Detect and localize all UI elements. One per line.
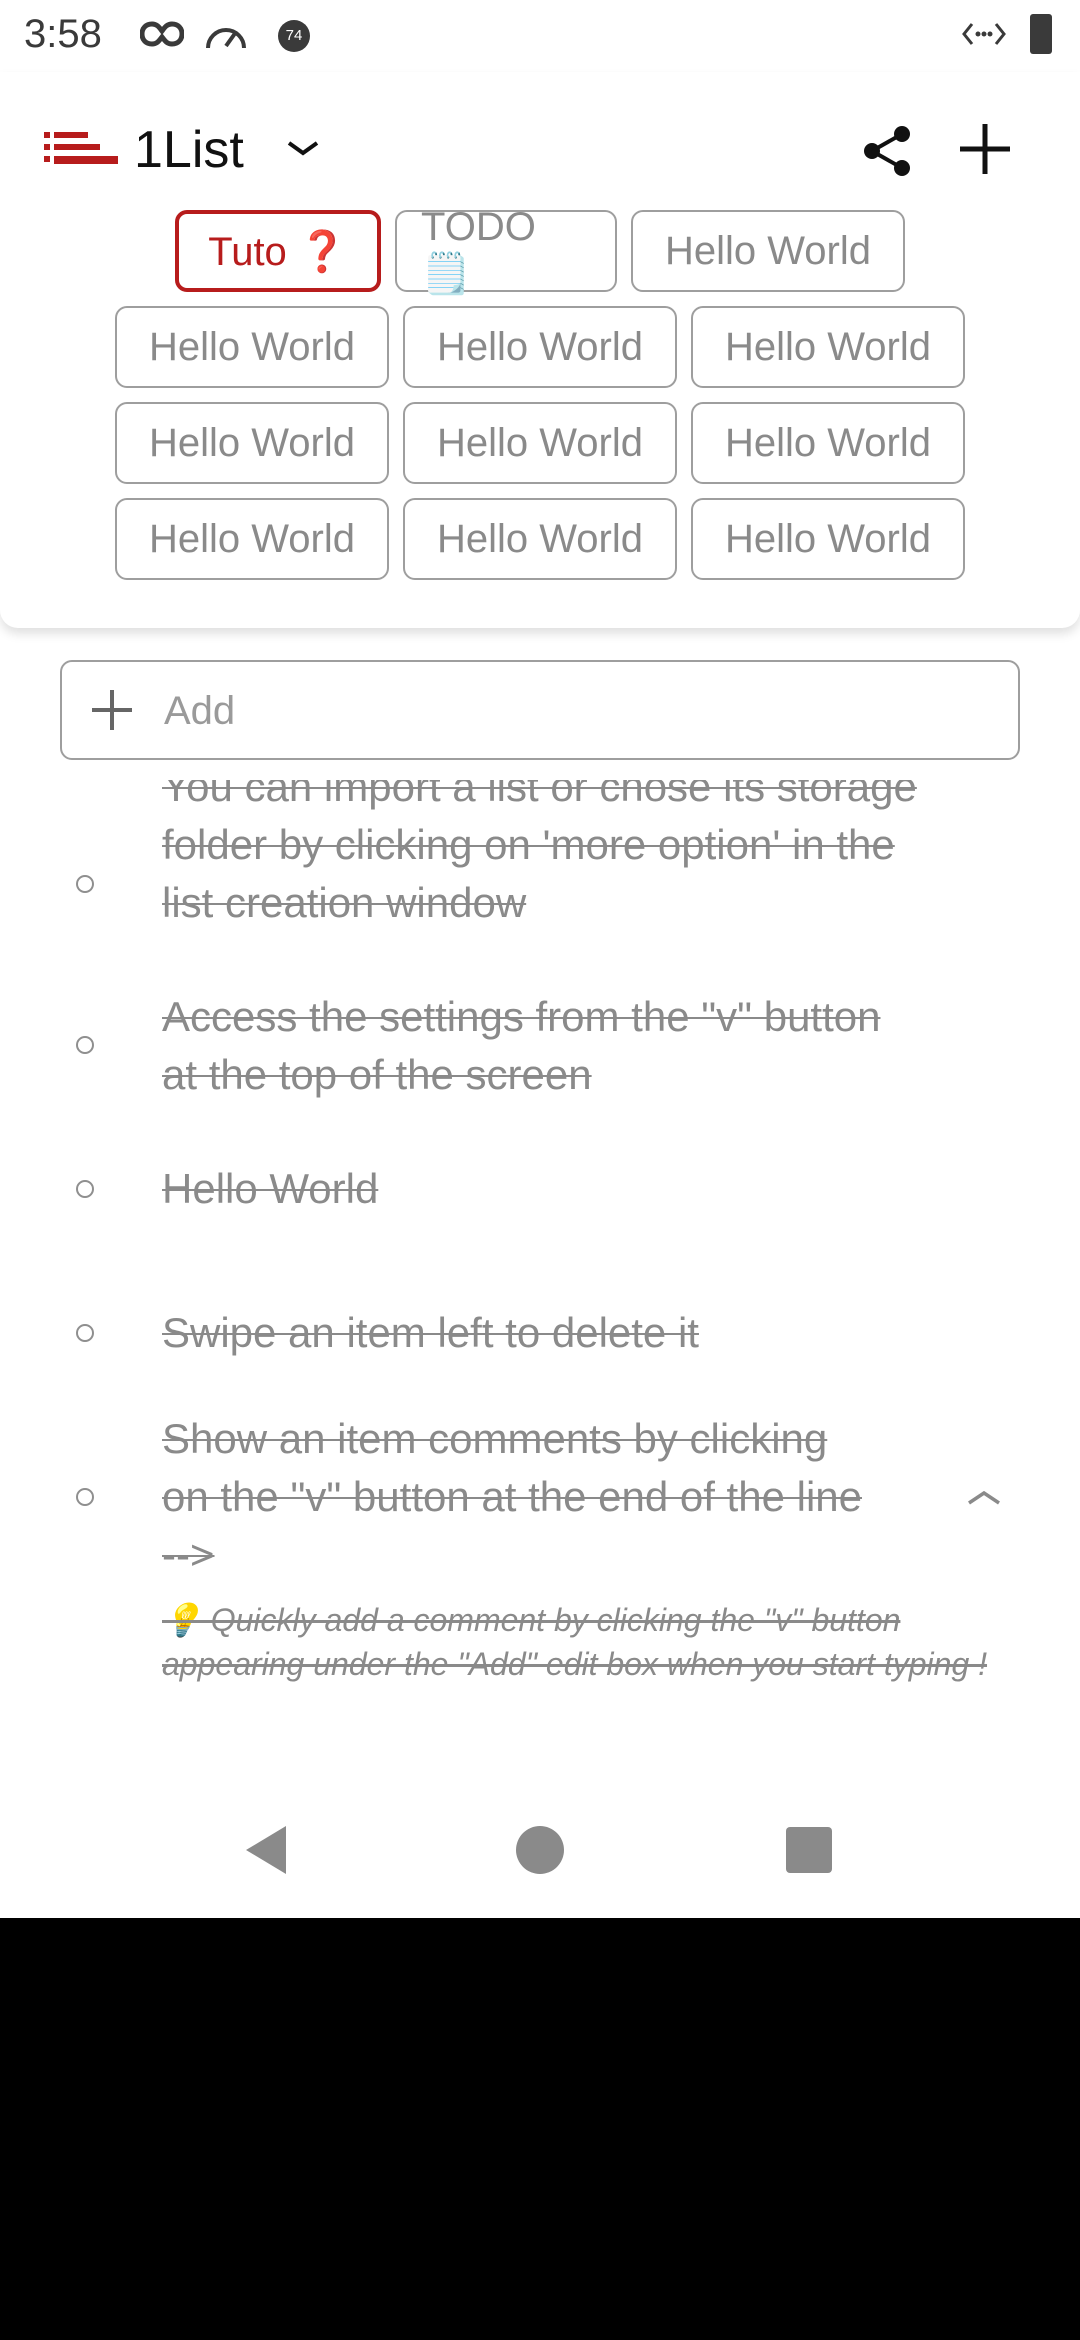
list-title[interactable]: 1List <box>134 120 244 180</box>
chip-row: Hello World Hello World Hello World <box>0 498 1080 580</box>
item-bullet-icon[interactable] <box>76 1180 94 1198</box>
item-text: You can import a list or chose its stora… <box>162 780 917 926</box>
share-icon[interactable] <box>862 124 912 178</box>
chip-hello-world[interactable]: Hello World <box>115 306 389 388</box>
item-text: Swipe an item left to delete it <box>162 1309 699 1356</box>
chip-hello-world[interactable]: Hello World <box>115 402 389 484</box>
item-bullet-icon[interactable] <box>76 1036 94 1054</box>
chip-row: Tuto ❓ TODO 🗒️ Hello World <box>0 205 1080 296</box>
chip-hello-world[interactable]: Hello World <box>691 306 965 388</box>
app-screen: 3:58 74 1List Tuto ❓ TODO 🗒️ Hello World… <box>0 0 1080 1918</box>
plus-icon <box>92 690 132 730</box>
notification-badge-icon: 74 <box>278 20 310 52</box>
navigation-bar <box>0 1790 1080 1918</box>
infinity-icon <box>140 21 184 47</box>
chip-tuto[interactable]: Tuto ❓ <box>175 210 381 292</box>
item-text: Show an item comments by clicking on the… <box>162 1415 862 1578</box>
item-bullet-icon[interactable] <box>76 875 94 893</box>
add-item-field[interactable] <box>60 660 1020 760</box>
home-icon[interactable] <box>516 1826 564 1874</box>
item-text: Hello World <box>162 1165 379 1212</box>
status-bar: 3:58 74 <box>0 0 1080 70</box>
chip-row: Hello World Hello World Hello World <box>0 306 1080 388</box>
chevron-down-icon[interactable] <box>286 138 320 158</box>
notification-badge-count: 74 <box>285 27 303 44</box>
speedometer-icon <box>206 28 246 49</box>
chip-hello-world[interactable]: Hello World <box>403 498 677 580</box>
chip-todo[interactable]: TODO 🗒️ <box>395 205 617 296</box>
chip-hello-world[interactable]: Hello World <box>691 498 965 580</box>
chip-hello-world[interactable]: Hello World <box>403 402 677 484</box>
item-bullet-icon[interactable] <box>76 1324 94 1342</box>
data-sync-icon <box>962 23 1006 45</box>
chip-hello-world[interactable]: Hello World <box>403 306 677 388</box>
chip-hello-world[interactable]: Hello World <box>631 210 905 292</box>
add-item-input[interactable] <box>162 662 986 760</box>
item-comment: 💡 Quickly add a comment by clicking the … <box>162 1602 988 1682</box>
item-list[interactable]: You can import a list or chose its stora… <box>0 780 1080 1790</box>
list-chips: Tuto ❓ TODO 🗒️ Hello World Hello World H… <box>0 205 1080 594</box>
item-text: Access the settings from the "v" button … <box>162 993 881 1098</box>
app-logo-icon[interactable] <box>44 130 118 170</box>
battery-icon <box>1030 14 1052 54</box>
recent-apps-icon[interactable] <box>786 1827 832 1873</box>
status-time: 3:58 <box>24 12 102 56</box>
list-header: 1List Tuto ❓ TODO 🗒️ Hello World Hello W… <box>0 72 1080 628</box>
chip-hello-world[interactable]: Hello World <box>691 402 965 484</box>
chip-row: Hello World Hello World Hello World <box>0 402 1080 484</box>
chevron-up-icon[interactable] <box>966 1488 1002 1508</box>
add-list-icon[interactable] <box>958 122 1012 176</box>
chip-hello-world[interactable]: Hello World <box>115 498 389 580</box>
item-bullet-icon[interactable] <box>76 1488 94 1506</box>
back-icon[interactable] <box>244 1824 288 1876</box>
